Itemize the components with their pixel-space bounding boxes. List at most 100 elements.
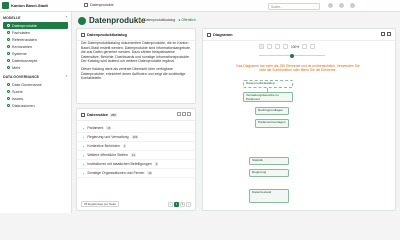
pager: 25 Ergebnisse pro Seite ‹ 1 2 › [81, 201, 191, 207]
list-item-label: Parlament [87, 126, 104, 130]
filter-icon[interactable] [182, 112, 186, 116]
sidebar-item-diskussionen[interactable]: Diskussionen [3, 102, 68, 109]
next-page-icon[interactable]: › [186, 201, 191, 207]
diagram-node[interactable]: Statistik [249, 157, 289, 165]
item-dot-icon [7, 97, 10, 100]
prev-page-icon[interactable]: ‹ [168, 201, 173, 207]
diagram-node[interactable]: Datenbestand [249, 189, 289, 203]
zoom-slider[interactable] [259, 53, 325, 58]
filter-icon[interactable] [275, 44, 280, 49]
catalog-card-header: Datenproduktkatalog [77, 29, 195, 41]
breadcrumb-current[interactable]: Datenprodukte [90, 3, 114, 7]
zoom-label: 100% [291, 44, 300, 49]
chevron-right-icon[interactable]: › [83, 126, 84, 131]
list-item-count: 9 [154, 162, 159, 166]
top-icons [328, 3, 355, 8]
sidebar-section-governance: DATA GOVERNANCE ⌃ [0, 71, 71, 81]
datasets-card: Datensätze 255 › Parlament 16 › Regierung u… [76, 108, 196, 211]
main-content: Datenprodukte ★ Datenproduktkatalog Öffe… [72, 12, 400, 213]
sidebar-item-referenzdaten[interactable]: Referenzdaten [3, 36, 68, 43]
breadcrumb: Datenprodukte [84, 3, 114, 7]
sidebar-section-models: MODELLE ⌃ [0, 12, 71, 22]
chevron-right-icon[interactable]: › [83, 144, 84, 149]
help-icon[interactable] [339, 3, 344, 8]
expand-icon[interactable] [187, 112, 191, 116]
list-item-count: 1 [122, 144, 127, 148]
list-item[interactable]: › Weitere öffentliche Stellen 41 [77, 151, 195, 160]
item-dot-icon [7, 24, 10, 27]
page-button[interactable]: 2 [180, 201, 185, 207]
page-button[interactable]: 1 [174, 201, 179, 207]
sidebar-item-systeme[interactable]: Systeme [3, 50, 68, 57]
sidebar-section-title: MODELLE [3, 16, 21, 20]
diagram-node[interactable]: Verwaltungsbereiche im Parlament [243, 92, 293, 102]
page-size-select[interactable]: 25 Ergebnisse pro Seite [81, 201, 120, 207]
chevron-right-icon[interactable]: › [83, 153, 84, 158]
zoom-in-icon[interactable] [302, 44, 308, 49]
list-tools [177, 112, 191, 116]
sidebar-item-datenprodukte[interactable]: Datenprodukte [3, 22, 68, 29]
chevron-up-icon[interactable]: ⌃ [65, 75, 68, 79]
zoom-slider-handle[interactable] [290, 53, 294, 58]
diagram-warning: Das Diagramm hat mehr als 250 Elemente u… [236, 64, 360, 72]
status-badge: Öffentlich [178, 18, 195, 22]
item-dot-icon [7, 66, 10, 69]
list-item-count: 41 [130, 153, 137, 157]
sidebar-item-kennzahlen[interactable]: Kennzahlen [3, 43, 68, 50]
sidebar-item-label: Datenprodukte [12, 23, 37, 28]
user-avatar-icon[interactable] [350, 3, 355, 8]
page-buttons: ‹ 1 2 › [168, 201, 191, 207]
page-title: Datenprodukte [78, 16, 145, 25]
sidebar: MODELLE ⌃ Datenprodukte Fachdaten Refere… [0, 12, 72, 213]
list-item-count: 169 [131, 135, 139, 139]
list-item[interactable]: › Regierung und Verwaltung 169 [77, 133, 195, 142]
sidebar-item-fachdaten[interactable]: Fachdaten [3, 29, 68, 36]
sidebar-item-label: Kennzahlen [12, 44, 33, 49]
sidebar-item-label: Mehr [12, 65, 21, 70]
list-icon [81, 112, 85, 117]
sidebar-item-mehr[interactable]: Mehr [3, 64, 68, 71]
catalog-icon [78, 16, 86, 25]
home-icon[interactable] [84, 3, 88, 7]
sidebar-item-datenkonzepte[interactable]: Datenkonzepte [3, 57, 68, 64]
settings-icon[interactable] [283, 44, 288, 49]
clock-icon[interactable] [267, 44, 272, 49]
favorite-star-icon[interactable]: ★ [137, 18, 141, 24]
diagram-window-tools [381, 32, 391, 36]
search-input[interactable]: Suche... [268, 2, 320, 10]
list-item-count: 16 [106, 126, 112, 130]
chevron-right-icon[interactable]: › [83, 162, 84, 167]
brand[interactable]: Kanton Basel-Stadt [2, 2, 48, 9]
chevron-right-icon[interactable]: › [83, 171, 84, 176]
catalog-card-title: Datenproduktkatalog [87, 32, 128, 37]
list-item[interactable]: › Sonstige Organisationen und Firmen 19 [77, 169, 195, 178]
chevron-right-icon[interactable]: › [83, 135, 84, 140]
list-item-label: Regierung und Verwaltung [87, 135, 129, 139]
layout-icon[interactable] [259, 44, 264, 49]
list-item[interactable]: › Parlament 16 [77, 124, 195, 133]
diagram-node[interactable]: Regierung [249, 169, 289, 177]
fullscreen-icon[interactable] [381, 32, 385, 36]
chevron-up-icon[interactable]: ⌃ [65, 16, 68, 20]
sidebar-item-data-governance[interactable]: Data Governance [3, 81, 68, 88]
list-item-label: Kontextive Behörden [87, 144, 120, 148]
diagram-card: Diagramm 100% Das Diagramm hat mehr als … [202, 28, 396, 211]
diagram-node[interactable]: Datenproduktkatalog [243, 80, 293, 88]
diagram-icon [207, 32, 211, 37]
sidebar-item-suche[interactable]: Suche [3, 88, 68, 95]
zoom-out-icon[interactable] [310, 44, 316, 49]
collapse-icon[interactable] [387, 32, 391, 36]
sidebar-item-issues[interactable]: Issues [3, 95, 68, 102]
diagram-card-header: Diagramm [203, 29, 395, 41]
notifications-icon[interactable] [328, 3, 333, 8]
item-dot-icon [7, 104, 10, 107]
item-dot-icon [7, 59, 10, 62]
diagram-node[interactable]: Rechtsgrundlagen [255, 107, 289, 115]
catalog-card: Datenproduktkatalog Der Datenproduktkata… [76, 28, 196, 104]
diagram-node[interactable]: Parlamentsvorlagen [255, 119, 289, 128]
list-item[interactable]: › Kontextive Behörden 1 [77, 142, 195, 151]
item-dot-icon [7, 38, 10, 41]
sort-icon[interactable] [177, 112, 181, 116]
sidebar-item-label: Diskussionen [12, 103, 35, 108]
list-item[interactable]: › Institutionen mit staatlichen Beteiligu… [77, 160, 195, 169]
